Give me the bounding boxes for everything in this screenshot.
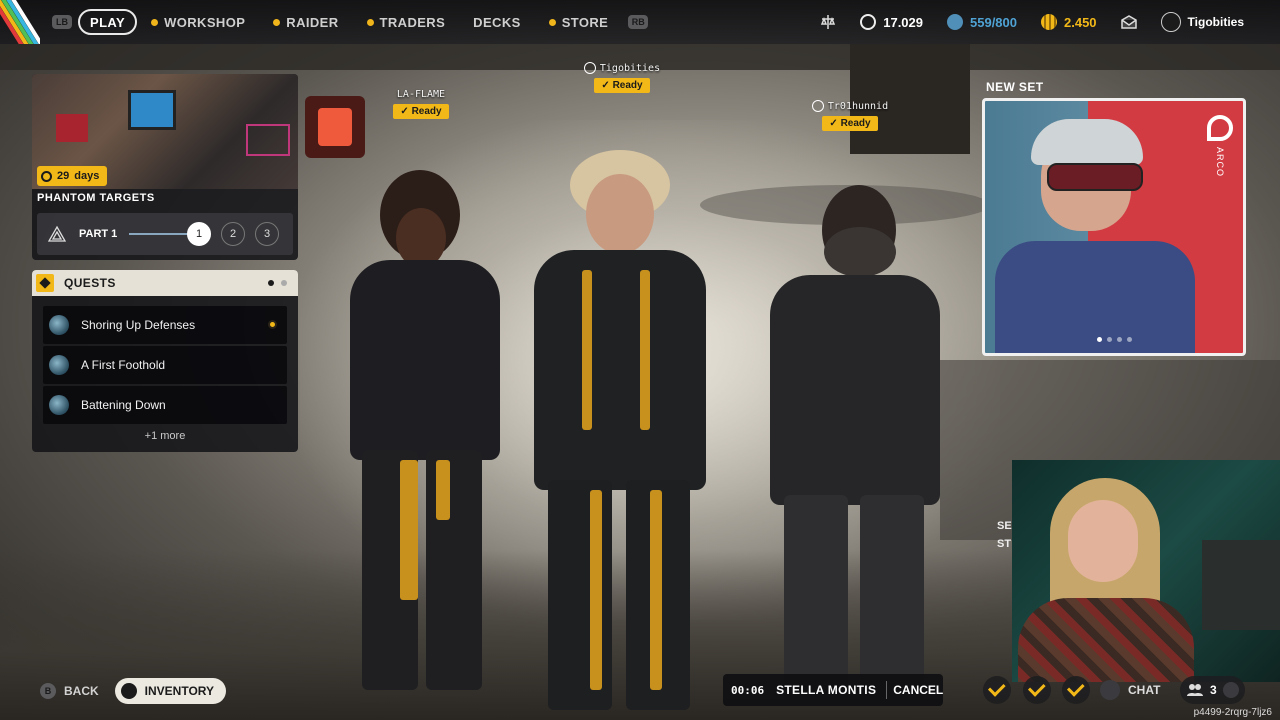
coins-stat: 17.029 [860, 14, 923, 30]
new-set-card[interactable]: ARCO [982, 98, 1246, 356]
chat-icon [1100, 680, 1120, 700]
quest-label: Battening Down [81, 398, 166, 412]
username: Tigobities [1187, 15, 1244, 29]
menu-icon[interactable] [1222, 682, 1239, 698]
progress-line [129, 233, 189, 235]
tab-play[interactable]: PLAY [78, 9, 138, 35]
ready-check-icon [983, 676, 1011, 704]
b-button-icon: B [40, 683, 56, 699]
event-title: PHANTOM TARGETS [37, 192, 155, 204]
player-icon [583, 62, 596, 74]
party-button[interactable]: 3 [1180, 676, 1245, 704]
step-2[interactable]: 2 [221, 222, 245, 246]
quests-panel: QUESTS Shoring Up Defenses A First Footh… [32, 270, 298, 452]
tab-decks[interactable]: DECKS [459, 9, 535, 35]
notification-dot-icon [548, 18, 556, 26]
player-name: Tr01hunnid [827, 100, 889, 112]
party-icon [1187, 684, 1203, 696]
top-navigation-bar: LB PLAY WORKSHOP RAIDER TRADERS DECKS ST… [0, 0, 1280, 44]
profile[interactable]: Tigobities [1160, 12, 1244, 32]
quest-diamond-icon [36, 274, 54, 292]
ready-badge: ✓ Ready [594, 78, 650, 93]
tab-traders[interactable]: TRADERS [353, 9, 460, 35]
triangle-icon [47, 225, 67, 242]
tracked-icon [268, 320, 277, 329]
more-quests-link[interactable]: +1 more [32, 430, 298, 442]
queue-timer: 00:06 [731, 683, 765, 697]
carousel-dots[interactable] [1097, 337, 1132, 342]
avatar [1160, 12, 1181, 32]
character-right [760, 185, 950, 705]
quest-globe-icon [49, 315, 69, 335]
quest-item[interactable]: Shoring Up Defenses [43, 306, 287, 344]
page-indicator-active[interactable] [268, 280, 274, 286]
days-value: 29 [57, 170, 70, 182]
rb-button-hint: RB [628, 15, 649, 29]
capacity-icon [947, 14, 963, 30]
credits-stat: 2.450 [1041, 14, 1097, 30]
streamer-webcam [1012, 460, 1280, 682]
ready-badge: ✓ Ready [393, 104, 449, 119]
inventory-button[interactable]: INVENTORY [114, 678, 227, 704]
settings-icon[interactable] [820, 14, 836, 30]
days-remaining-badge: 29 days [37, 166, 108, 186]
player-tag-la-flame: LA-FLAME ✓ Ready [390, 89, 452, 119]
cancel-button[interactable]: CANCEL [893, 674, 944, 706]
inventory-key-icon [120, 683, 137, 699]
tab-raider[interactable]: RAIDER [259, 9, 352, 35]
notification-dot-icon [273, 18, 281, 26]
chat-button[interactable]: CHAT [1100, 676, 1160, 704]
credits-value: 2.450 [1064, 14, 1097, 30]
ready-badge: ✓ Ready [822, 116, 878, 131]
brand-logo: ARCO [1203, 115, 1237, 177]
main-nav: LB PLAY WORKSHOP RAIDER TRADERS DECKS ST… [46, 9, 654, 35]
player-name: Tigobities [599, 62, 661, 74]
brand-stripes [0, 0, 40, 44]
notification-dot-icon [366, 18, 374, 26]
player-icon [811, 100, 824, 112]
back-button[interactable]: B BACK [34, 683, 105, 699]
quests-title: QUESTS [64, 276, 116, 290]
notification-dot-icon [151, 18, 159, 26]
matchmaking-status: 00:06 STELLA MONTIS [723, 674, 894, 706]
step-3[interactable]: 3 [255, 222, 279, 246]
matchmaking-bar: 00:06 STELLA MONTIS CANCEL [723, 674, 944, 706]
event-progress: PART 1 1 2 3 [37, 213, 293, 255]
lb-button-hint: LB [52, 15, 72, 29]
coin-icon [860, 14, 877, 30]
character-left [340, 170, 510, 690]
character-center [520, 150, 720, 710]
quest-globe-icon [49, 395, 69, 415]
tab-workshop[interactable]: WORKSHOP [137, 9, 259, 35]
quest-label: Shoring Up Defenses [81, 318, 196, 332]
timer-icon [41, 170, 52, 182]
bottom-left-actions: B BACK INVENTORY [34, 678, 227, 704]
currency-stats: 17.029 559/800 2.450 Tigobities [820, 0, 1280, 44]
map-name: STELLA MONTIS [776, 683, 877, 697]
quest-item[interactable]: Battening Down [43, 386, 287, 424]
tab-store[interactable]: STORE [535, 9, 623, 35]
ready-check-icon [1023, 676, 1051, 704]
step-1[interactable]: 1 [187, 222, 211, 246]
ready-check-icon [1062, 676, 1090, 704]
page-indicator[interactable] [281, 280, 287, 286]
capacity-value: 559/800 [970, 14, 1017, 30]
session-id: p4499-2rqrg-7ljz6 [1193, 707, 1272, 718]
quest-item[interactable]: A First Foothold [43, 346, 287, 384]
partially-hidden-panel: SE ST [997, 520, 1012, 550]
quest-label: A First Foothold [81, 358, 166, 372]
party-count: 3 [1210, 683, 1217, 697]
part-label: PART 1 [79, 228, 118, 240]
mail-icon[interactable] [1120, 15, 1137, 29]
capacity-stat: 559/800 [947, 14, 1017, 30]
days-unit: days [74, 170, 100, 182]
credits-icon [1041, 14, 1057, 30]
coins-value: 17.029 [883, 14, 923, 30]
new-set-label: NEW SET [986, 80, 1044, 94]
quest-globe-icon [49, 355, 69, 375]
player-name: LA-FLAME [396, 89, 446, 100]
player-tag-tigobities: Tigobities ✓ Ready [574, 62, 670, 93]
player-tag-tr01hunnid: Tr01hunnid ✓ Ready [802, 100, 898, 131]
quests-header: QUESTS [32, 270, 298, 296]
